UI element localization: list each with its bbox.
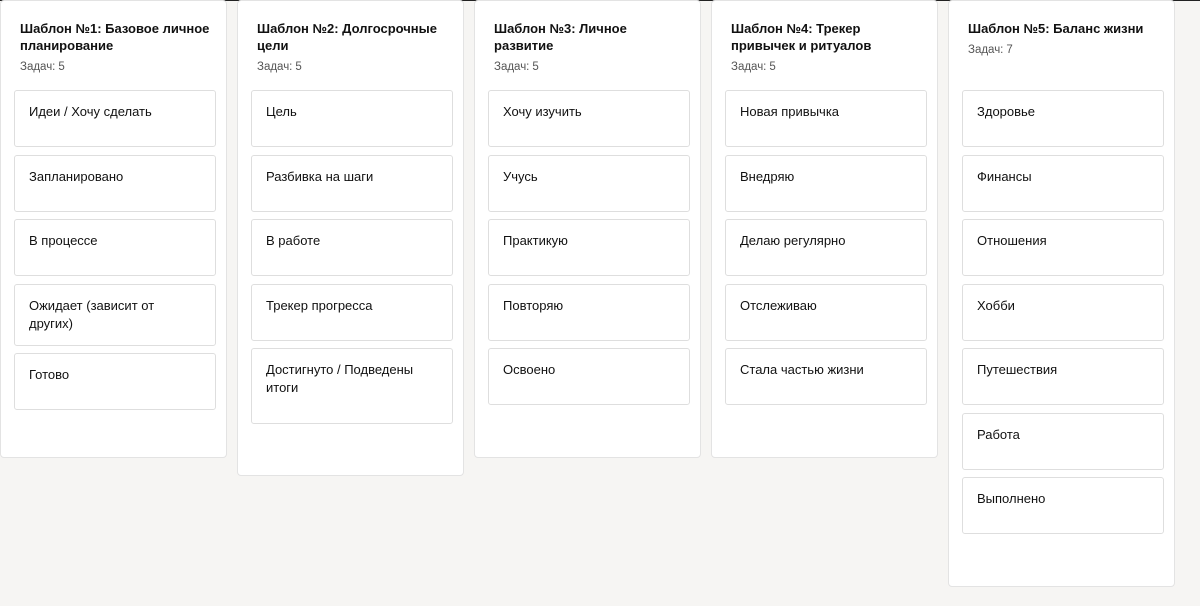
task-card[interactable]: Цель [251,90,453,147]
card-list: Идеи / Хочу сделать Запланировано В проц… [14,90,216,418]
task-card[interactable]: Здоровье [962,90,1164,147]
task-card[interactable]: Трекер прогресса [251,283,453,341]
task-count-value: 5 [769,61,776,73]
task-card[interactable]: Новая привычка [725,90,927,147]
card-list: Здоровье Финансы Отношения Хобби Путешес… [962,90,1164,542]
column-template-2: Шаблон №2: Долгосрочные цели Задач: 5 Цел… [237,0,464,476]
column-title: Шаблон №2: Долгосрочные цели [257,21,437,53]
column-header: Шаблон №1: Базовое личное планирование З… [20,20,210,74]
task-card[interactable]: Путешествия [962,348,1164,405]
card-list: Хочу изучить Учусь Практикую Повторяю Ос… [488,90,690,413]
task-card[interactable]: Финансы [962,154,1164,212]
task-count-label: Задач: [257,61,293,73]
task-count: Задач: 7 [968,43,1158,57]
column-header: Шаблон №3: Личное развитие Задач: 5 [494,20,684,74]
task-card[interactable]: Выполнено [962,477,1164,534]
task-count: Задач: 5 [731,60,921,74]
task-count-value: 5 [532,61,539,73]
task-card[interactable]: Готово [14,353,216,410]
task-count-value: 5 [295,61,302,73]
task-count: Задач: 5 [257,60,447,74]
card-list: Новая привычка Внедряю Делаю регулярно О… [725,90,927,413]
task-card[interactable]: Достигнуто / Подведены итоги [251,348,453,424]
task-card[interactable]: Отношения [962,219,1164,276]
task-card[interactable]: Идеи / Хочу сделать [14,90,216,147]
column-template-5: Шаблон №5: Баланс жизни Задач: 7 Здоровье… [948,0,1175,587]
column-title: Шаблон №3: Личное развитие [494,21,627,53]
task-card[interactable]: Практикую [488,219,690,276]
column-template-1: Шаблон №1: Базовое личное планирование З… [0,0,227,458]
task-card[interactable]: Работа [962,412,1164,470]
column-title: Шаблон №5: Баланс жизни [968,21,1144,36]
column-header: Шаблон №5: Баланс жизни Задач: 7 [968,20,1158,57]
task-card[interactable]: Хобби [962,283,1164,341]
task-card[interactable]: Запланировано [14,154,216,212]
task-count: Задач: 5 [20,60,210,74]
column-title: Шаблон №4: Трекер привычек и ритуалов [731,21,872,53]
task-card[interactable]: Делаю регулярно [725,219,927,276]
task-card[interactable]: Повторяю [488,283,690,341]
task-card[interactable]: Отслеживаю [725,283,927,341]
kanban-board: Шаблон №1: Базовое личное планирование З… [0,0,1200,606]
task-count-label: Задач: [968,44,1004,56]
task-card[interactable]: Хочу изучить [488,90,690,147]
column-template-3: Шаблон №3: Личное развитие Задач: 5 Хочу … [474,0,701,458]
card-list: Цель Разбивка на шаги В работе Трекер пр… [251,90,453,432]
task-card[interactable]: Внедряю [725,154,927,212]
task-count: Задач: 5 [494,60,684,74]
task-card[interactable]: Разбивка на шаги [251,154,453,212]
task-card[interactable]: Ожидает (зависит от других) [14,283,216,346]
task-card[interactable]: Освоено [488,348,690,405]
task-count-label: Задач: [731,61,767,73]
task-card[interactable]: Учусь [488,154,690,212]
column-title: Шаблон №1: Базовое личное планирование [20,21,210,53]
column-header: Шаблон №2: Долгосрочные цели Задач: 5 [257,20,447,74]
task-card[interactable]: В работе [251,219,453,276]
task-count-label: Задач: [20,61,56,73]
task-count-label: Задач: [494,61,530,73]
task-card[interactable]: Стала частью жизни [725,348,927,405]
task-count-value: 5 [58,61,65,73]
task-count-value: 7 [1006,44,1013,56]
column-template-4: Шаблон №4: Трекер привычек и ритуалов За… [711,0,938,458]
task-card[interactable]: В процессе [14,219,216,276]
column-header: Шаблон №4: Трекер привычек и ритуалов За… [731,20,921,74]
